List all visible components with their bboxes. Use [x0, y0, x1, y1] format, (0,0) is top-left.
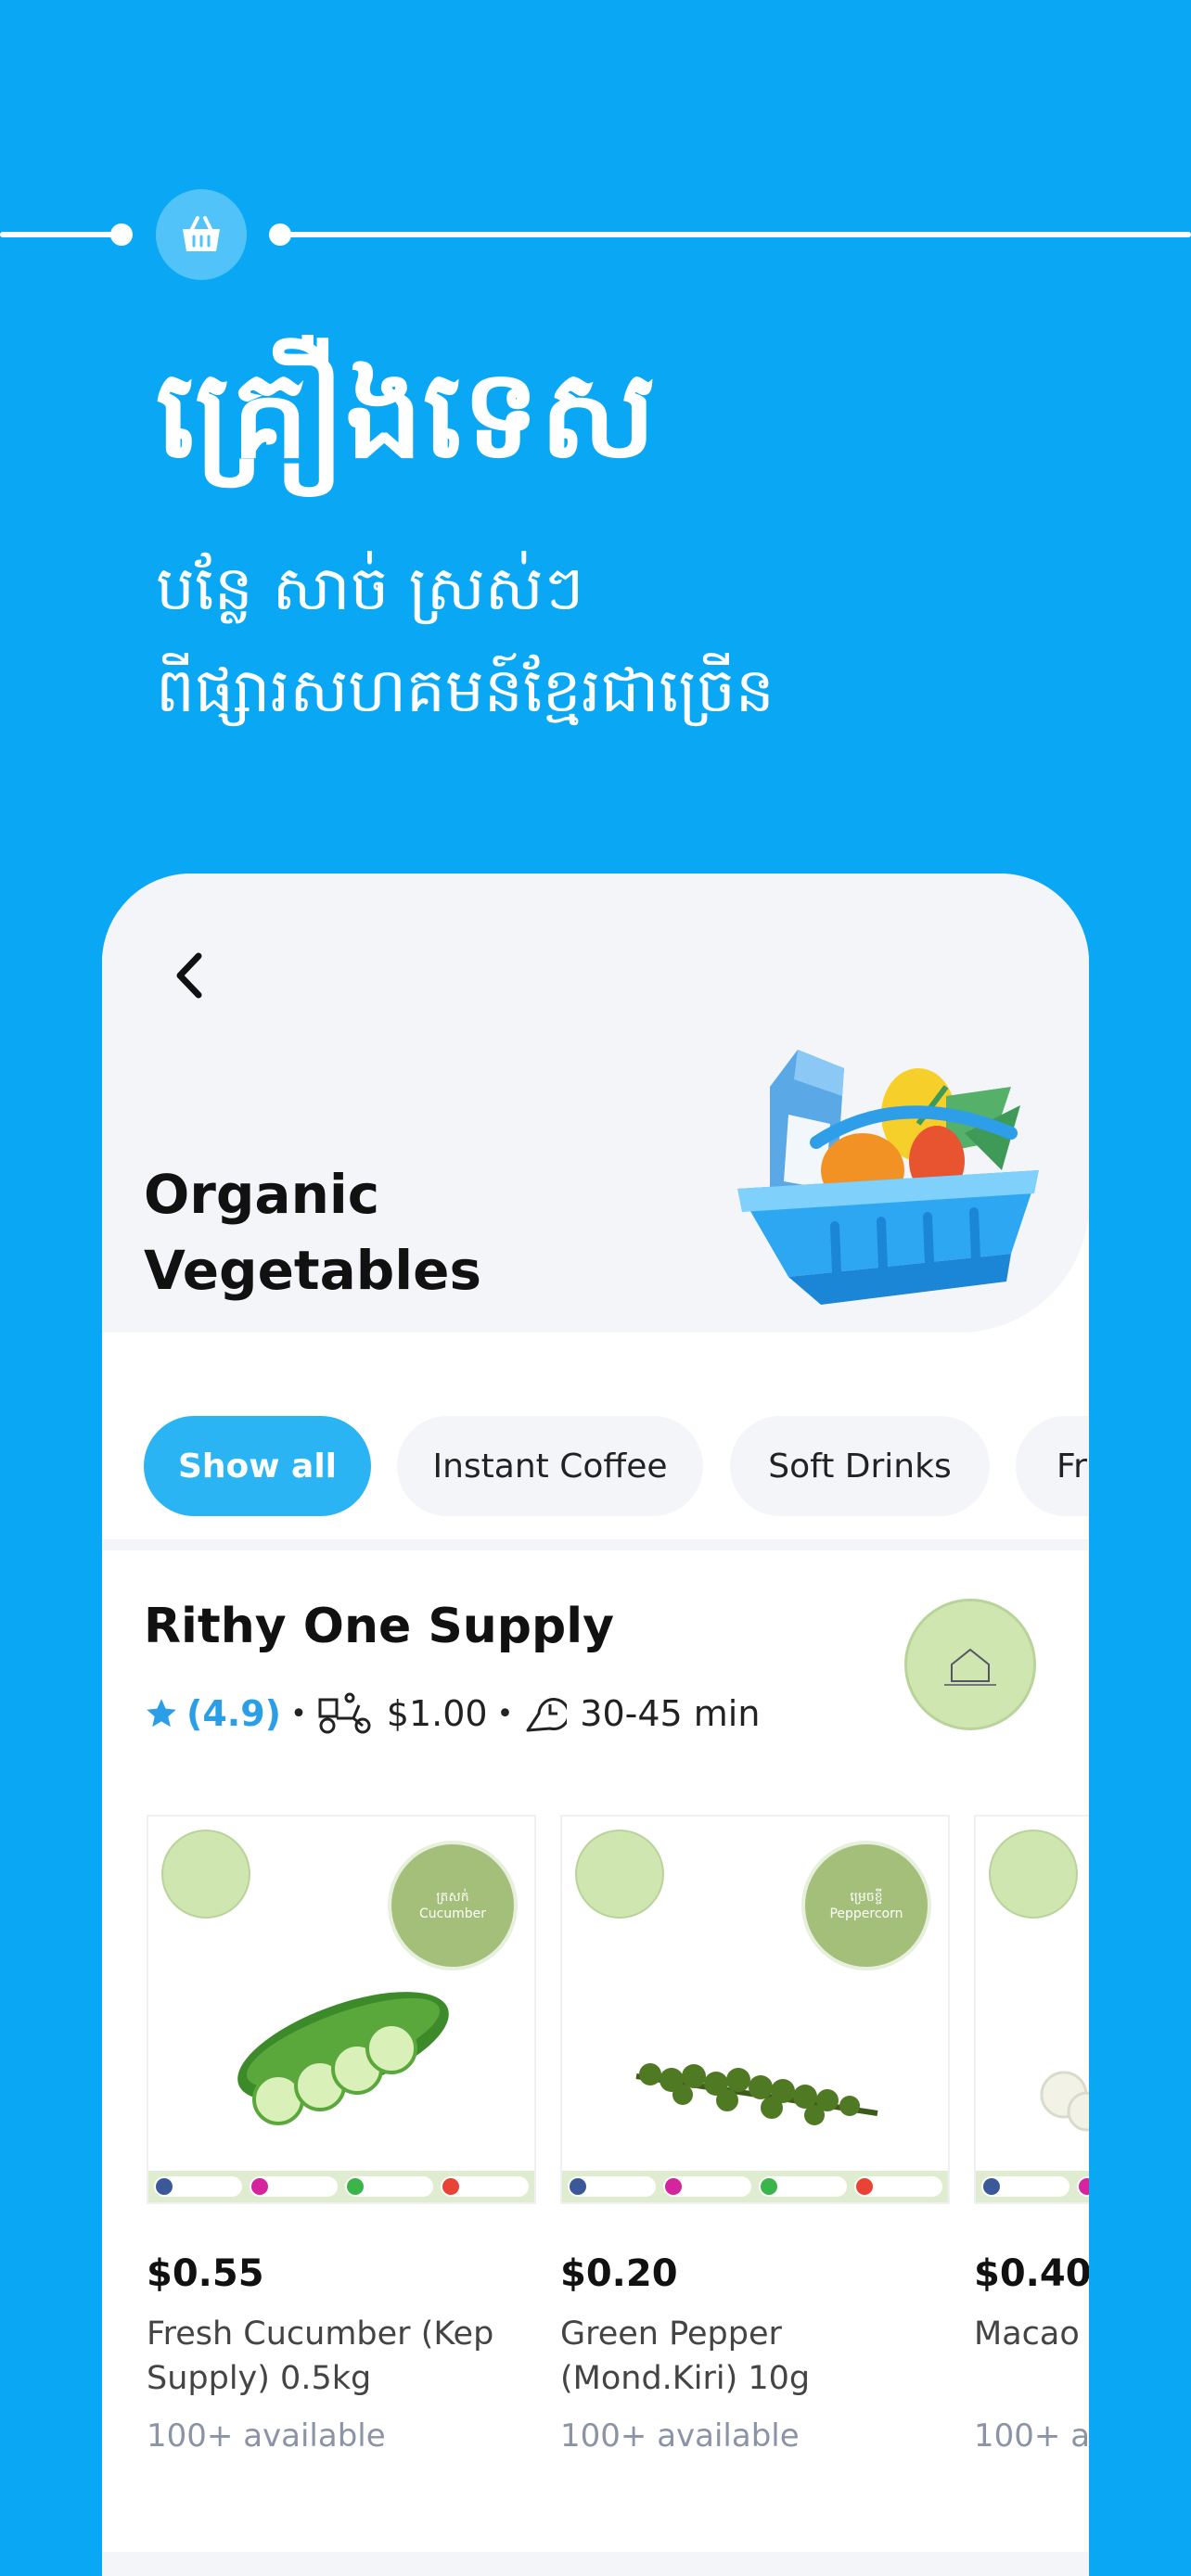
product-availability: 100+ av: [974, 2417, 1089, 2455]
store-meta: (4.9) • $1.00 • 30-45 min: [144, 1688, 760, 1740]
product-price: $0.40: [974, 2252, 1089, 2295]
product-availability: 100+ available: [147, 2417, 386, 2455]
product-name: Fresh Cucumber (Kep Supply) 0.5kg: [147, 2315, 494, 2397]
contact-strip: [976, 2171, 1089, 2202]
promo-title: គ្រឿងទេស: [156, 343, 657, 486]
delivery-time: 30-45 min: [580, 1693, 761, 1734]
product-availability: 100+ available: [560, 2417, 800, 2455]
category-title-line-1: Organic: [144, 1163, 380, 1226]
delivery-fee: $1.00: [386, 1693, 488, 1734]
contact-strip: [148, 2171, 534, 2202]
category-title: Organic Vegetables: [144, 1156, 481, 1308]
product-photo: [1040, 2071, 1089, 2132]
product-name: Green Pepper (Mond.Kiri) 10g: [560, 2315, 811, 2397]
chip-partial[interactable]: Fr: [1016, 1416, 1089, 1516]
product-name: Macao : 460g: [974, 2315, 1089, 2353]
promo-subtitle-line-1: បន្លែ សាច់ ស្រស់ៗ: [156, 553, 584, 624]
product-card[interactable]: ម្រេចខ្ចី Peppercorn $0.20 Green Pepper (…: [560, 1815, 950, 2455]
product-image: ត្រសក់ Cucumber: [147, 1815, 536, 2204]
product-price: $0.20: [560, 2252, 678, 2295]
meta-separator: •: [496, 1697, 514, 1730]
star-icon: [147, 1699, 176, 1728]
bottom-divider: [102, 2552, 1089, 2576]
product-card[interactable]: $0.40 Macao : 460g 100+ av: [974, 1815, 1089, 2455]
product-image: [974, 1815, 1089, 2204]
green-pepper-image: [635, 2063, 878, 2125]
chip-show-all[interactable]: Show all: [144, 1416, 371, 1516]
product-image: ម្រេចខ្ចី Peppercorn: [560, 1815, 950, 2204]
decor-line-left: [0, 232, 119, 237]
cucumber-image: [237, 1992, 449, 2125]
phone-screen: Organic Vegetables Show all Instant Coff…: [102, 874, 1089, 2576]
grocery-basket-illustration: [737, 1050, 1039, 1305]
product-card[interactable]: ត្រសក់ Cucumber $0.55 Fresh Cucumber (Kep…: [147, 1815, 536, 2455]
category-filter-chips: Show all Instant Coffee Soft Drinks Fr: [144, 1416, 1089, 1516]
clock-icon: [526, 1698, 568, 1732]
back-arrow-icon[interactable]: [158, 943, 223, 1008]
store-name[interactable]: Rithy One Supply: [144, 1599, 614, 1654]
store-logo[interactable]: [904, 1599, 1036, 1730]
meta-separator: •: [290, 1697, 307, 1730]
decor-dot-left: [110, 223, 133, 246]
chip-instant-coffee[interactable]: Instant Coffee: [397, 1416, 703, 1516]
promo-subtitle-line-2: ពីផ្សារសហគមន៍ខ្មែរជាច្រើន: [156, 655, 775, 726]
chip-soft-drinks[interactable]: Soft Drinks: [730, 1416, 990, 1516]
category-title-line-2: Vegetables: [144, 1239, 482, 1302]
contact-strip: [562, 2171, 948, 2202]
store-rating: (4.9): [186, 1693, 282, 1734]
scooter-icon: [318, 1692, 371, 1734]
product-price: $0.55: [147, 2252, 264, 2295]
basket-icon: [156, 189, 247, 280]
section-divider: [102, 1539, 1089, 1550]
decor-line-right: [281, 232, 1191, 237]
promo-subtitle: បន្លែ សាច់ ស្រស់ៗ ពីផ្សារសហគមន៍ខ្មែរជាច្…: [156, 538, 775, 742]
